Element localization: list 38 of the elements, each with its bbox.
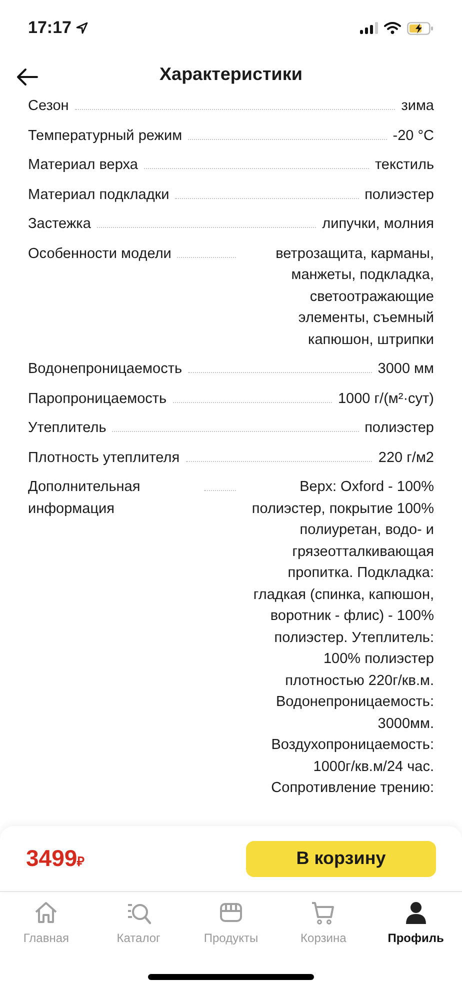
spec-name: Особенности модели — [28, 244, 172, 264]
spec-value: липучки, молния — [322, 215, 434, 234]
tab[interactable]: Каталог — [92, 900, 185, 954]
spec-name: Материал верха — [28, 156, 138, 175]
cart-icon — [310, 900, 336, 926]
spec-name: Температурный режим — [28, 126, 182, 146]
spec-name: Водонепроницаемость — [28, 360, 182, 379]
back-arrow-icon — [16, 68, 38, 86]
spec-name: Сезон — [28, 97, 69, 116]
spec-value: полиэстер — [364, 419, 434, 438]
add-to-cart-button[interactable]: В корзину — [246, 840, 436, 876]
battery-charging-icon — [407, 22, 434, 34]
tab[interactable]: Корзина — [277, 900, 370, 954]
spec-name: Застежка — [28, 215, 91, 234]
spec-value: -20 °C — [392, 126, 434, 146]
tab[interactable]: Главная — [0, 900, 92, 954]
spec-value: 3000 мм — [378, 360, 434, 379]
spec-name: Дополнительная информация — [28, 478, 142, 518]
page-title: Характеристики — [160, 62, 302, 86]
tab[interactable]: Профиль — [370, 900, 462, 954]
spec-value: ветрозащита, карманы, манжеты, подкладка, светоотражающие элементы, съемный капюшон, штрипки — [274, 244, 434, 350]
tab[interactable]: Продукты — [184, 900, 278, 954]
spec-name: Паропроницаемость — [28, 390, 167, 408]
spec-name: Материал подкладки — [28, 186, 170, 204]
spec-value: Верх: Oxford - 100% полиэстер, покрытие 100% полиуретан, водо- и грязеотталкивающая пропитка. Подкладка: гладкая (спинка, капюшон, воротник - флис) - 100% полиэстер. Утеплитель: 100% полиэстер плотностью 220г/кв.м. Водонепроницаемость: 3000мм. Воздухопроницаемость: 1000г/кв.м/24 час. Сопротивление трению: — [250, 478, 434, 798]
location-arrow-icon — [76, 22, 88, 34]
spec-value: 220 г/м2 — [378, 448, 434, 468]
spec-value: 1000 г/(м²·сут) — [338, 390, 434, 408]
signal-icon — [360, 22, 378, 34]
spec-name: Плотность утеплителя — [28, 448, 180, 468]
spec-value: зима — [401, 97, 434, 116]
price: 3499₽ — [26, 844, 86, 874]
status-time: 17:17 — [28, 17, 72, 40]
wifi-icon — [384, 22, 401, 34]
spec-value: текстиль — [374, 156, 434, 175]
spec-value: полиэстер — [364, 186, 434, 204]
spec-name: Утеплитель — [28, 419, 106, 438]
house-icon — [33, 900, 60, 926]
